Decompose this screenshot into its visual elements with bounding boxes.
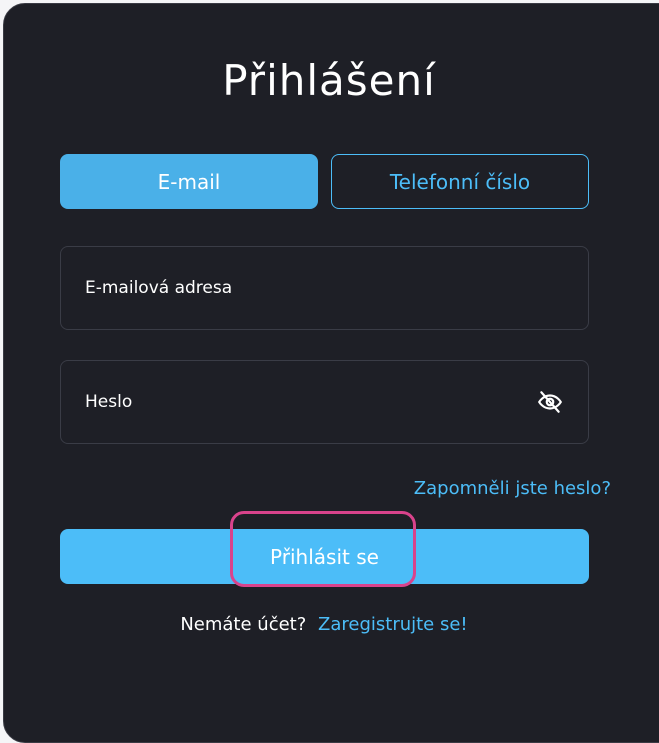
email-field-label: E-mailová adresa xyxy=(85,278,233,298)
register-prompt: Nemáte účet? xyxy=(180,614,307,635)
page-title: Přihlášení xyxy=(222,56,436,105)
login-card: Přihlášení E-mail Telefonní číslo E-mail… xyxy=(3,3,659,743)
login-button[interactable]: Přihlásit se xyxy=(60,529,589,584)
email-field[interactable]: E-mailová adresa xyxy=(60,246,589,330)
eye-slash-icon[interactable] xyxy=(536,388,564,416)
register-link[interactable]: Zaregistrujte se! xyxy=(318,614,468,635)
forgot-password-link[interactable]: Zapomněli jste heslo? xyxy=(414,478,611,499)
password-field-label: Heslo xyxy=(85,392,133,412)
password-field[interactable]: Heslo xyxy=(60,360,589,444)
tab-email[interactable]: E-mail xyxy=(60,154,318,209)
tab-phone[interactable]: Telefonní číslo xyxy=(331,154,589,209)
register-row: Nemáte účet? Zaregistrujte se! xyxy=(4,614,644,635)
